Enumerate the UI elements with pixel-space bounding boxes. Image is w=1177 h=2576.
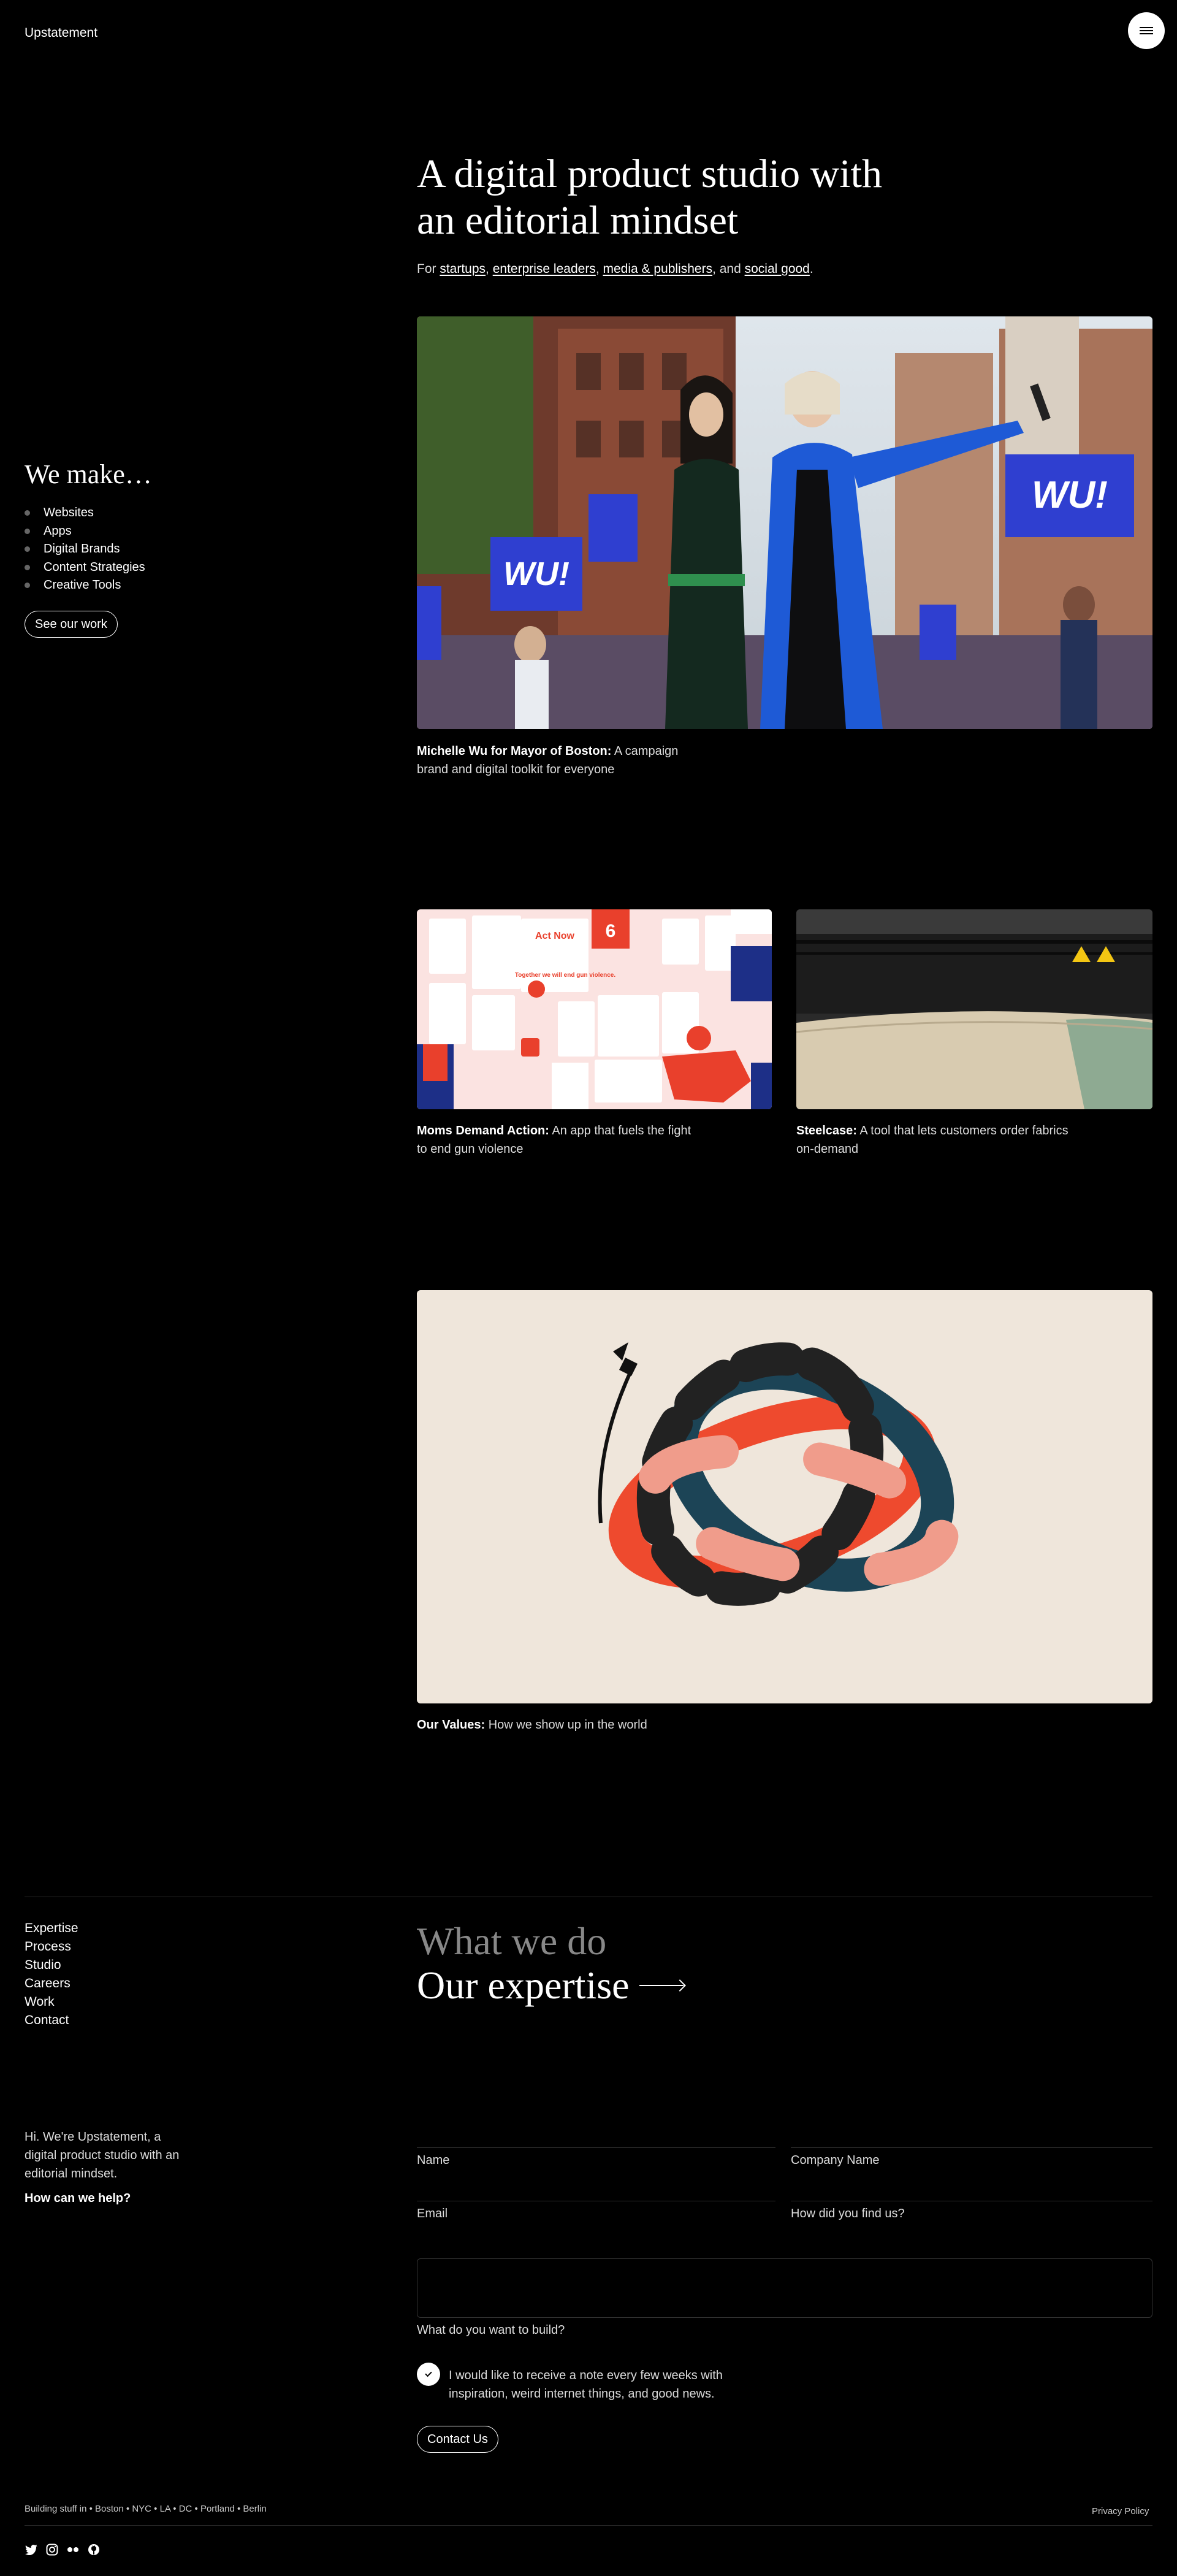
contact-us-button[interactable]: Contact Us bbox=[417, 2426, 498, 2453]
our-expertise-link[interactable]: Our expertise bbox=[417, 1963, 684, 2008]
link-media[interactable]: media & publishers bbox=[603, 262, 712, 276]
hero-sub-end: . bbox=[809, 262, 813, 276]
found-us-label: How did you find us? bbox=[791, 2207, 905, 2220]
footer-nav-contact[interactable]: Contact bbox=[25, 2013, 69, 2027]
footer-nav-expertise[interactable]: Expertise bbox=[25, 1921, 78, 1935]
svg-text:WU!: WU! bbox=[503, 556, 569, 592]
hero-sub-sep: , and bbox=[712, 262, 745, 276]
project-caption[interactable]: Steelcase: A tool that lets customers or… bbox=[796, 1122, 1078, 1158]
hero-subtitle: For startups, enterprise leaders, media … bbox=[417, 262, 813, 277]
wu-sign: WU! bbox=[1005, 454, 1134, 537]
project-caption[interactable]: Michelle Wu for Mayor of Boston: A campa… bbox=[417, 742, 699, 779]
company-field[interactable] bbox=[791, 2147, 1152, 2148]
instagram-icon[interactable] bbox=[45, 2543, 59, 2556]
svg-text:WU!: WU! bbox=[1032, 474, 1108, 516]
newsletter-label: I would like to receive a note every few… bbox=[449, 2369, 723, 2401]
svg-text:Act Now: Act Now bbox=[535, 931, 575, 941]
list-item: Content Strategies bbox=[25, 559, 145, 577]
link-enterprise[interactable]: enterprise leaders bbox=[493, 262, 596, 276]
list-item: Creative Tools bbox=[25, 576, 145, 595]
svg-text:Together we will end gun viole: Together we will end gun violence. bbox=[515, 972, 616, 979]
we-make-title: We make… bbox=[25, 459, 152, 489]
build-label: What do you want to build? bbox=[417, 2323, 565, 2337]
privacy-policy-link[interactable]: Privacy Policy bbox=[1092, 2506, 1149, 2517]
hero-sub-sep: , bbox=[486, 262, 493, 276]
hero-title: A digital product studio with an editori… bbox=[417, 151, 920, 244]
project-title: Steelcase: bbox=[796, 1124, 857, 1137]
footer-nav-studio[interactable]: Studio bbox=[25, 1958, 61, 1972]
check-icon bbox=[425, 2369, 432, 2377]
see-our-work-button[interactable]: See our work bbox=[25, 611, 118, 638]
menu-button[interactable] bbox=[1128, 12, 1165, 49]
project-image-steelcase[interactable] bbox=[796, 909, 1152, 1109]
arrow-right-icon bbox=[639, 1985, 684, 1986]
list-item: Apps bbox=[25, 522, 145, 541]
locations-text: Building stuff in • Boston • NYC • LA • … bbox=[25, 2504, 267, 2514]
project-title: Michelle Wu for Mayor of Boston: bbox=[417, 744, 612, 758]
link-social-good[interactable]: social good bbox=[745, 262, 810, 276]
name-field[interactable] bbox=[417, 2147, 775, 2148]
company-label: Company Name bbox=[791, 2154, 880, 2167]
list-item: Digital Brands bbox=[25, 540, 145, 559]
footer-nav: Expertise Process Studio Careers Work Co… bbox=[25, 1919, 78, 2030]
project-title: Our Values: bbox=[417, 1718, 486, 1732]
email-label: Email bbox=[417, 2207, 448, 2220]
footer-nav-work[interactable]: Work bbox=[25, 1995, 55, 2009]
project-caption[interactable]: Moms Demand Action: An app that fuels th… bbox=[417, 1122, 699, 1158]
hero-sub-prefix: For bbox=[417, 262, 440, 276]
build-textarea[interactable] bbox=[417, 2258, 1152, 2318]
svg-text:6: 6 bbox=[606, 921, 616, 941]
name-label: Name bbox=[417, 2154, 450, 2167]
newsletter-checkbox[interactable] bbox=[417, 2363, 440, 2386]
project-image-michelle-wu[interactable]: WU! WU! bbox=[417, 316, 1152, 729]
social-links bbox=[25, 2543, 101, 2556]
flickr-icon[interactable] bbox=[66, 2543, 80, 2556]
footer-nav-process[interactable]: Process bbox=[25, 1940, 71, 1954]
project-desc: How we show up in the world bbox=[485, 1718, 647, 1732]
menu-icon bbox=[1140, 27, 1153, 34]
link-startups[interactable]: startups bbox=[440, 262, 486, 276]
footer-nav-careers[interactable]: Careers bbox=[25, 1976, 70, 1990]
our-expertise-label: Our expertise bbox=[417, 1963, 630, 2007]
hero-title-line-1: A digital product studio with bbox=[417, 151, 882, 196]
hero-sub-sep: , bbox=[595, 262, 603, 276]
wu-sign: WU! bbox=[490, 537, 582, 611]
what-we-do-heading: What we do bbox=[417, 1919, 607, 1963]
list-item: Websites bbox=[25, 504, 145, 522]
twitter-icon[interactable] bbox=[25, 2543, 38, 2556]
project-image-moms-demand[interactable]: Act Now 6 Together we will end gun viole… bbox=[417, 909, 772, 1109]
project-caption[interactable]: Our Values: How we show up in the world bbox=[417, 1716, 785, 1734]
github-icon[interactable] bbox=[87, 2543, 101, 2556]
project-image-our-values[interactable] bbox=[417, 1290, 1152, 1703]
help-heading: How can we help? bbox=[25, 2192, 131, 2205]
we-make-list: Websites Apps Digital Brands Content Str… bbox=[25, 504, 145, 595]
hero-title-line-2: an editorial mindset bbox=[417, 198, 739, 243]
logo[interactable]: Upstatement bbox=[25, 26, 97, 40]
project-title: Moms Demand Action: bbox=[417, 1124, 549, 1137]
bottom-divider bbox=[25, 2525, 1152, 2526]
intro-text: Hi. We're Upstatement, a digital product… bbox=[25, 2130, 180, 2180]
